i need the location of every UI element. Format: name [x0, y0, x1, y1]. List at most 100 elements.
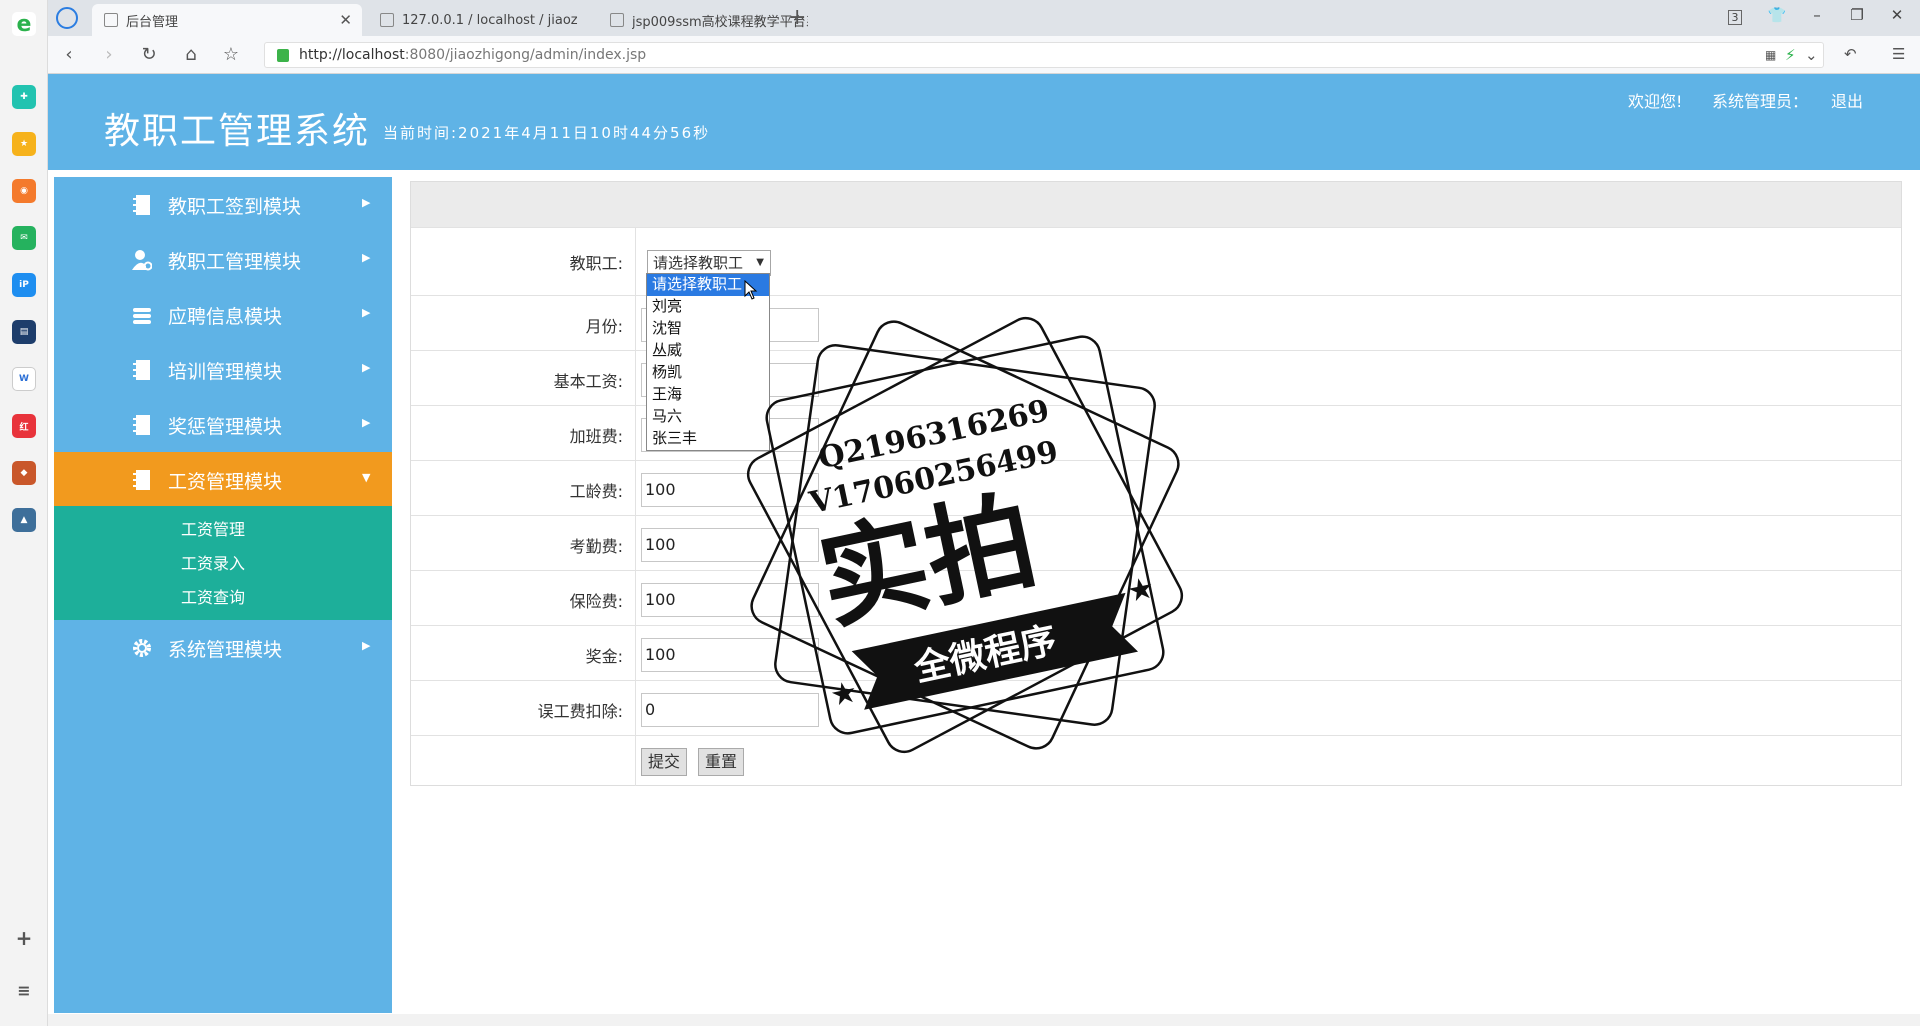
- sidebar-item-signin[interactable]: 教职工签到模块 ▶: [54, 177, 392, 232]
- insurance-label: 保险费:: [569, 592, 623, 611]
- minimize-icon[interactable]: –: [1806, 6, 1828, 28]
- tab-label: 后台管理: [126, 14, 179, 30]
- select-arrow-icon: ▼: [756, 257, 764, 268]
- photo-icon[interactable]: ▲: [12, 508, 36, 532]
- menu-icon[interactable]: ☰: [1892, 45, 1905, 63]
- tab-course[interactable]: jsp009ssm高校课程教学平台系: [598, 4, 808, 36]
- sidebar-item-label: 系统管理模块: [168, 639, 283, 661]
- submenu-salary-query[interactable]: 工资查询: [181, 584, 245, 608]
- salary-submenu: 工资管理 工资录入 工资查询: [54, 506, 392, 620]
- staff-label: 教职工:: [569, 254, 623, 273]
- xiaohongshu-icon[interactable]: 红: [12, 414, 36, 438]
- news-icon[interactable]: ▤: [12, 320, 36, 344]
- sidebar-item-label: 教职工管理模块: [168, 251, 302, 273]
- staff-select-value: 请选择教职工: [653, 254, 744, 272]
- plus-icon[interactable]: +: [12, 926, 36, 950]
- browser-sidebar: e ✚ ★ ◉ ✉ iP ▤ W 红 ◆ ▲ + ≡: [0, 0, 48, 1026]
- submenu-salary-entry[interactable]: 工资录入: [181, 550, 245, 574]
- sidebar-item-training[interactable]: 培训管理模块 ▶: [54, 342, 392, 397]
- form-header: [411, 182, 1901, 227]
- sidebar: 教职工签到模块 ▶ 教职工管理模块 ▶ 应聘信息模块 ▶ 培训管理模块 ▶ 奖惩…: [54, 177, 392, 1013]
- overtime-label: 加班费:: [569, 427, 623, 446]
- e-browser-icon[interactable]: e: [12, 12, 36, 37]
- forward-icon[interactable]: ›: [98, 44, 120, 66]
- attendance-label: 考勤费:: [569, 537, 623, 556]
- sidebar-item-label: 应聘信息模块: [168, 306, 283, 328]
- chevron-right-icon: ▶: [362, 251, 371, 264]
- list-icon[interactable]: ≡: [12, 978, 36, 1002]
- bookmark-star-icon[interactable]: ☆: [220, 44, 242, 66]
- watermark-stamp: Q2196316269 V1706025649​9 实拍 全微程序 ★ ★: [746, 316, 1184, 754]
- lightning-icon[interactable]: ⚡: [1785, 46, 1796, 64]
- user-name: 系统管理员：: [1712, 92, 1809, 111]
- app-title: 教职工管理系统: [104, 111, 371, 152]
- tab-label: 127.0.0.1 / localhost / jiaozhi: [402, 12, 578, 28]
- chevron-right-icon: ▶: [362, 306, 371, 319]
- sidebar-item-label: 工资管理模块: [168, 471, 283, 493]
- sidebar-item-label: 培训管理模块: [168, 361, 283, 383]
- close-icon[interactable]: ✕: [339, 11, 352, 29]
- address-bar[interactable]: http://localhost:8080/jiaozhigong/admin/…: [264, 42, 1824, 68]
- tab-admin[interactable]: 后台管理 ✕: [92, 4, 362, 36]
- submenu-salary-manage[interactable]: 工资管理: [181, 516, 245, 540]
- form-row-staff: 教职工: 请选择教职工 ▼: [411, 227, 1901, 296]
- sidebar-item-salary[interactable]: 工资管理模块 ▼: [54, 452, 392, 507]
- sidebar-item-system[interactable]: 系统管理模块 ▶: [54, 620, 392, 675]
- status-bar: [48, 1014, 1920, 1026]
- sidebar-item-label: 奖惩管理模块: [168, 416, 283, 438]
- chevron-right-icon: ▶: [362, 361, 371, 374]
- home-icon[interactable]: ⌂: [180, 44, 202, 66]
- restore-icon[interactable]: ❐: [1846, 6, 1868, 28]
- weibo-icon[interactable]: ◉: [12, 179, 36, 203]
- word-icon[interactable]: W: [12, 367, 36, 391]
- book-icon: [133, 360, 150, 380]
- chevron-down-icon[interactable]: ⌄: [1805, 46, 1818, 64]
- undo-icon[interactable]: ↶: [1844, 45, 1857, 63]
- secure-shield-icon: [277, 49, 289, 62]
- reload-icon[interactable]: ↻: [138, 44, 160, 66]
- tab-phpmyadmin[interactable]: 127.0.0.1 / localhost / jiaozhi: [368, 4, 578, 36]
- game-icon[interactable]: ◆: [12, 461, 36, 485]
- submit-button[interactable]: 提交: [641, 748, 688, 776]
- add-icon[interactable]: ✚: [12, 85, 36, 109]
- sidebar-item-reward[interactable]: 奖惩管理模块 ▶: [54, 397, 392, 452]
- user-gear-icon: [132, 250, 152, 271]
- shirt-icon[interactable]: 👕: [1766, 6, 1788, 28]
- ip-icon[interactable]: iP: [12, 273, 36, 297]
- tab-bar: 后台管理 ✕ 127.0.0.1 / localhost / jiaozhi j…: [48, 0, 1920, 36]
- compass-icon[interactable]: [56, 7, 78, 29]
- chevron-right-icon: ▶: [362, 639, 371, 652]
- logout-link[interactable]: 退出: [1831, 88, 1863, 112]
- mail-icon[interactable]: ✉: [12, 226, 36, 250]
- welcome-text: 欢迎您!: [1628, 92, 1683, 111]
- navigation-bar: ‹ › ↻ ⌂ ☆ http://localhost:8080/jiaozhig…: [48, 36, 1920, 74]
- chevron-right-icon: ▶: [362, 416, 371, 429]
- page-icon: [104, 13, 118, 27]
- book-icon: [133, 470, 150, 490]
- month-label: 月份:: [585, 317, 623, 336]
- chevron-right-icon: ▶: [362, 196, 371, 209]
- back-icon[interactable]: ‹: [58, 44, 80, 66]
- app-header: 教职工管理系统 当前时间:2021年4月11日10时44分56秒 欢迎您! 系统…: [48, 74, 1920, 170]
- base-salary-label: 基本工资:: [553, 372, 623, 391]
- pma-icon: [380, 13, 394, 27]
- site-icon: [610, 13, 624, 27]
- star-icon[interactable]: ★: [12, 132, 36, 156]
- close-window-icon[interactable]: ✕: [1886, 6, 1908, 28]
- sidebar-item-label: 教职工签到模块: [168, 196, 302, 218]
- gear-icon: [133, 639, 151, 657]
- qr-icon[interactable]: ▦: [1765, 48, 1776, 62]
- chevron-down-icon: ▼: [362, 471, 371, 484]
- url-text: http://localhost:8080/jiaozhigong/admin/…: [299, 47, 647, 63]
- sidebar-item-staff[interactable]: 教职工管理模块 ▶: [54, 232, 392, 287]
- book-icon: [133, 195, 150, 215]
- current-time: 当前时间:2021年4月11日10时44分56秒: [383, 124, 711, 142]
- seniority-label: 工龄费:: [569, 482, 623, 501]
- bonus-label: 奖金:: [585, 647, 623, 666]
- stack-icon: [133, 308, 151, 324]
- tab-count-badge[interactable]: 3: [1728, 10, 1742, 25]
- new-tab-button[interactable]: +: [788, 5, 806, 30]
- tab-label: jsp009ssm高校课程教学平台系: [632, 14, 808, 30]
- sidebar-item-recruit[interactable]: 应聘信息模块 ▶: [54, 287, 392, 342]
- star-icon: ★: [1124, 570, 1158, 610]
